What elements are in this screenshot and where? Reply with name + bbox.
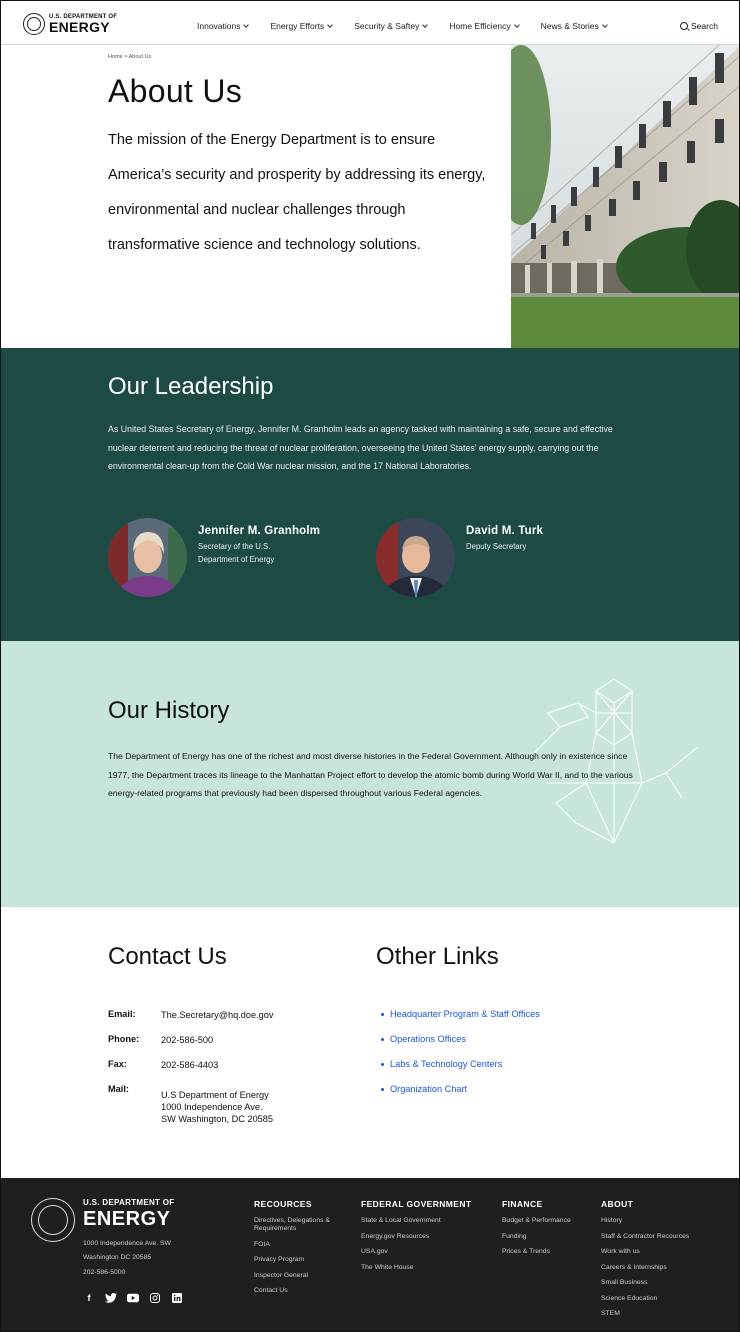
link-operations-offices[interactable]: Operations Offices [381, 1034, 466, 1044]
other-links-title: Other Links [376, 943, 499, 970]
footer-link[interactable]: History [601, 1217, 721, 1225]
footer-col-title: ABOUT [601, 1199, 634, 1209]
linkedin-icon[interactable] [171, 1292, 183, 1304]
avatar [108, 518, 187, 597]
footer-link[interactable]: Prices & Trends [502, 1248, 597, 1256]
footer-address-city: Washington DC 20585 [83, 1254, 152, 1261]
footer-address-street: 1000 Independence Ave. SW [83, 1240, 171, 1247]
chevron-down-icon [601, 22, 608, 28]
chevron-down-icon [243, 22, 250, 28]
bullet-icon [381, 1062, 384, 1066]
mission-statement: The mission of the Energy Department is … [108, 132, 486, 253]
history-section: Our History The Department of Energy has… [1, 641, 739, 907]
footer-link[interactable]: Careers & Internships [601, 1264, 721, 1272]
bullet-icon [381, 1037, 384, 1041]
link-organization-chart[interactable]: Organization Chart [381, 1084, 467, 1094]
site-footer: U.S. DEPARTMENT OF ENERGY 1000 Independe… [1, 1178, 739, 1331]
search-icon [680, 22, 688, 30]
avatar [376, 518, 455, 597]
doe-seal-icon [23, 13, 45, 35]
nav-security-safety[interactable]: Security & Saftey [354, 21, 429, 31]
chevron-down-icon [422, 22, 429, 28]
instagram-icon[interactable] [149, 1292, 161, 1304]
footer-col-about: ABOUT History Staff & Contractor Recourc… [601, 1199, 721, 1326]
footer-link[interactable]: Budget & Performance [502, 1217, 597, 1225]
leader-card-turk[interactable]: David M. Turk Deputy Secretary [376, 518, 576, 597]
chevron-down-icon [327, 22, 334, 28]
footer-link[interactable]: Small Business [601, 1279, 721, 1287]
footer-link[interactable]: FOIA [254, 1241, 334, 1249]
breadcrumb[interactable]: Home > About Us [108, 54, 151, 60]
history-title: Our History [108, 697, 230, 724]
contact-mail-row: Mail: U.S Department of Energy 1000 Inde… [108, 1084, 273, 1125]
bullet-icon [381, 1012, 384, 1016]
footer-col-title: RECOURCES [254, 1199, 312, 1209]
footer-phone[interactable]: 202-586-5000 [83, 1269, 125, 1276]
leader-role: Deputy Secretary [466, 542, 527, 551]
email-value[interactable]: The.Secretary@hq.doe.gov [161, 1009, 274, 1021]
facebook-icon[interactable]: f [83, 1292, 95, 1304]
leadership-title: Our Leadership [108, 373, 274, 400]
phone-value[interactable]: 202-586-500 [161, 1034, 213, 1046]
fax-value: 202-586-4403 [161, 1060, 219, 1070]
contact-phone-row: Phone: 202-586-500 [108, 1034, 213, 1046]
mail-label: Mail: [108, 1084, 129, 1094]
logo-big-text: ENERGY [49, 19, 110, 35]
leader-name: Jennifer M. Granholm [198, 525, 321, 537]
leadership-section: Our Leadership As United States Secretar… [1, 348, 739, 641]
leader-name: David M. Turk [466, 525, 544, 537]
footer-link[interactable]: Contact Us [254, 1287, 334, 1295]
nav-news-stories[interactable]: News & Stories [541, 21, 608, 31]
footer-link[interactable]: Directives, Delegations & Requirements [254, 1217, 334, 1233]
phone-label: Phone: [108, 1034, 140, 1044]
footer-link[interactable]: Work with us [601, 1248, 721, 1256]
footer-link[interactable]: STEM [601, 1310, 721, 1318]
footer-logo-small: U.S. DEPARTMENT OF [83, 1198, 175, 1207]
contact-title: Contact Us [108, 943, 227, 970]
fax-label: Fax: [108, 1059, 127, 1069]
doe-logo[interactable]: U.S. DEPARTMENT OF ENERGY [23, 13, 117, 35]
bullet-icon [381, 1087, 384, 1091]
footer-col-resources: RECOURCES Directives, Delegations & Requ… [254, 1199, 334, 1303]
page: U.S. DEPARTMENT OF ENERGY Innovations En… [0, 0, 740, 1332]
nav-energy-efforts[interactable]: Energy Efforts [270, 21, 334, 31]
footer-link[interactable]: Inspector General [254, 1272, 334, 1280]
history-text: The Department of Energy has one of the … [108, 751, 633, 798]
footer-col-federal-government: FEDERAL GOVERNMENT State & Local Governm… [361, 1199, 471, 1279]
footer-link[interactable]: Science Education [601, 1295, 721, 1303]
social-links: f [83, 1292, 183, 1304]
search-button[interactable]: Search [680, 21, 718, 31]
main-nav: Innovations Energy Efforts Security & Sa… [197, 21, 629, 31]
footer-link[interactable]: Staff & Contractor Recources [601, 1233, 721, 1241]
leader-card-granholm[interactable]: Jennifer M. Granholm Secretary of the U.… [108, 518, 320, 597]
doe-seal-icon[interactable] [31, 1198, 75, 1242]
email-label: Email: [108, 1009, 136, 1019]
search-label: Search [691, 21, 718, 31]
twitter-icon[interactable] [105, 1292, 117, 1304]
chevron-down-icon [513, 22, 520, 28]
page-title: About Us [108, 73, 243, 109]
link-headquarter-offices[interactable]: Headquarter Program & Staff Offices [381, 1009, 540, 1019]
mail-address: U.S Department of Energy 1000 Independen… [161, 1090, 274, 1124]
nav-innovations[interactable]: Innovations [197, 21, 250, 31]
footer-link[interactable]: USA.gov [361, 1248, 471, 1256]
leadership-text: As United States Secretary of Energy, Je… [108, 424, 613, 471]
contact-fax-row: Fax: 202-586-4403 [108, 1059, 218, 1071]
site-header: U.S. DEPARTMENT OF ENERGY Innovations En… [1, 1, 739, 45]
link-labs-technology[interactable]: Labs & Technology Centers [381, 1059, 502, 1069]
footer-link[interactable]: Energy.gov Resources [361, 1233, 471, 1241]
footer-col-title: FINANCE [502, 1199, 543, 1209]
youtube-icon[interactable] [127, 1292, 139, 1304]
contact-email-row: Email: The.Secretary@hq.doe.gov [108, 1009, 274, 1021]
footer-link[interactable]: The White House [361, 1264, 471, 1272]
footer-link[interactable]: Funding [502, 1233, 597, 1241]
footer-col-title: FEDERAL GOVERNMENT [361, 1199, 472, 1209]
footer-link[interactable]: Privacy Program [254, 1256, 334, 1264]
leader-role: Secretary of the U.S. Department of Ener… [198, 542, 275, 564]
headquarters-building-image [511, 45, 739, 348]
nav-home-efficiency[interactable]: Home Efficiency [449, 21, 520, 31]
footer-logo-big: ENERGY [83, 1208, 171, 1230]
footer-link[interactable]: State & Local Government [361, 1217, 471, 1225]
footer-col-finance: FINANCE Budget & Performance Funding Pri… [502, 1199, 597, 1264]
